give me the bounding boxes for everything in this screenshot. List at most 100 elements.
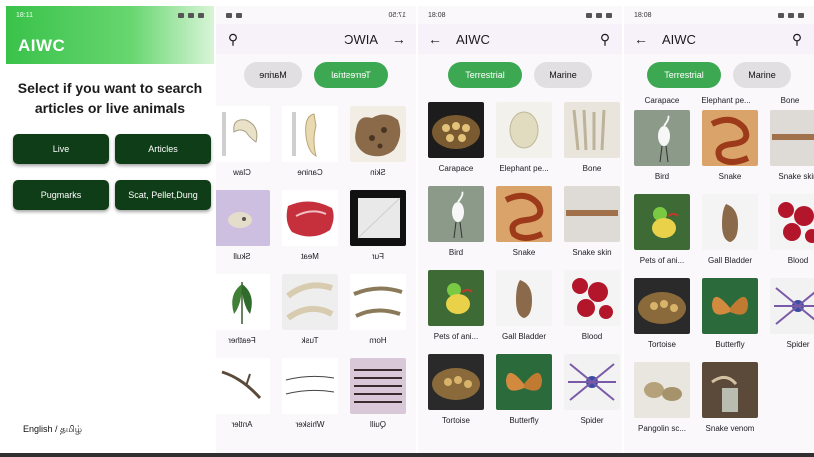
status-icons [226, 12, 242, 18]
article-thumbnail [564, 186, 620, 242]
arrow-left-icon[interactable]: ← [392, 31, 406, 47]
article-thumbnail [350, 274, 406, 330]
article-thumbnail [428, 270, 484, 326]
article-thumbnail [350, 190, 406, 246]
article-tile[interactable]: Snake venom [698, 362, 762, 446]
article-tile[interactable]: Elephant pe... [492, 102, 556, 186]
article-thumbnail [282, 190, 338, 246]
article-tile[interactable]: Gall Bladder [492, 270, 556, 354]
article-caption: Butterfly [509, 416, 539, 425]
article-caption: Blood [581, 332, 603, 341]
article-thumbnail [702, 194, 758, 250]
article-tile[interactable]: Canine [278, 106, 342, 190]
category-tabs: Terrestrial Marine [624, 54, 814, 96]
article-caption: Antler [231, 420, 253, 429]
article-tile[interactable]: Butterfly [698, 278, 762, 362]
app-title: AIWC [456, 31, 490, 47]
article-tile[interactable]: Gall Bladder [698, 194, 762, 278]
article-tile[interactable]: Bone [560, 102, 622, 186]
article-tile[interactable]: Tusk [278, 274, 342, 358]
search-icon[interactable]: ⚲ [226, 31, 240, 48]
app-header: 18:11 AIWC [6, 6, 214, 64]
article-tile[interactable]: Blood [766, 194, 814, 278]
article-thumbnail [634, 362, 690, 418]
article-thumbnail [634, 278, 690, 334]
search-icon[interactable]: ⚲ [790, 31, 804, 48]
tab-terrestrial[interactable]: Terrestrial [647, 62, 721, 88]
article-tile[interactable]: Skin [346, 106, 410, 190]
article-tile[interactable]: Snake skin [766, 110, 814, 194]
article-tile[interactable]: Bird [630, 110, 694, 194]
language-toggle[interactable]: English / தமிழ் [23, 424, 82, 436]
article-thumbnail [216, 274, 270, 330]
article-thumbnail [770, 194, 814, 250]
article-thumbnail [216, 106, 270, 162]
article-tile[interactable]: Pangolin sc... [630, 362, 694, 446]
article-caption: Snake skin [572, 248, 612, 257]
article-caption: Claw [233, 168, 251, 177]
article-tile[interactable]: Meat [278, 190, 342, 274]
article-tile[interactable]: Snake skin [560, 186, 622, 270]
article-tile[interactable]: Claw [216, 106, 274, 190]
article-thumbnail [216, 190, 270, 246]
article-thumbnail [564, 102, 620, 158]
article-tile[interactable]: Spider [560, 354, 622, 438]
article-thumbnail [770, 278, 814, 334]
article-caption: Tortoise [441, 416, 470, 425]
tab-terrestrial[interactable]: Terrestrial [314, 62, 388, 88]
article-caption: Snake [718, 172, 742, 181]
article-tile[interactable]: Antler [216, 358, 274, 442]
article-tile[interactable]: Butterfly [492, 354, 556, 438]
article-thumbnail [282, 106, 338, 162]
tab-terrestrial[interactable]: Terrestrial [448, 62, 522, 88]
article-tile[interactable]: Fur [346, 190, 410, 274]
article-tile[interactable]: Tortoise [630, 278, 694, 362]
pugmarks-button[interactable]: Pugmarks [13, 180, 109, 210]
article-tile[interactable]: Horn [346, 274, 410, 358]
article-tile[interactable]: Tortoise [424, 354, 488, 438]
article-tile[interactable]: Snake [492, 186, 556, 270]
article-caption: Bird [654, 172, 670, 181]
tab-marine[interactable]: Marine [733, 62, 791, 88]
article-caption: Skull [233, 252, 251, 261]
live-button[interactable]: Live [13, 134, 109, 164]
articles-button[interactable]: Articles [115, 134, 211, 164]
article-tile[interactable]: Spider [766, 278, 814, 362]
status-icons [586, 12, 612, 18]
article-tile[interactable]: Blood [560, 270, 622, 354]
phone-articles-screen: 18:08 ← AIWC ⚲ Terrestrial Marine Carapa… [418, 6, 622, 453]
article-tile[interactable]: Pets of ani... [630, 194, 694, 278]
article-tile[interactable]: Pets of ani... [424, 270, 488, 354]
article-tile[interactable]: Feather [216, 274, 274, 358]
tab-marine[interactable]: Marine [244, 62, 302, 88]
arrow-left-icon[interactable]: ← [634, 31, 648, 47]
status-time: 18:11 [16, 11, 33, 19]
article-thumbnail [428, 186, 484, 242]
scat-pellet-dung-button[interactable]: Scat, Pellet,Dung [115, 180, 211, 210]
status-bar: 18:08 [418, 6, 622, 24]
arrow-left-icon[interactable]: ← [428, 31, 442, 47]
app-bar: ← AIWC ⚲ [624, 24, 814, 54]
app-title: AIWC [18, 36, 66, 55]
article-thumbnail [496, 102, 552, 158]
search-icon[interactable]: ⚲ [598, 31, 612, 48]
status-icons [178, 12, 204, 18]
article-tile[interactable]: Whisker [278, 358, 342, 442]
article-tile[interactable]: Bird [424, 186, 488, 270]
article-caption: Tusk [301, 336, 319, 345]
article-caption: Snake venom [705, 424, 755, 433]
article-caption: Fur [372, 252, 384, 261]
article-tile[interactable]: Skull [216, 190, 274, 274]
article-tile[interactable]: Quill [346, 358, 410, 442]
tab-marine[interactable]: Marine [534, 62, 592, 88]
article-caption: Gall Bladder [501, 332, 547, 341]
app-bar: ← AIWC ⚲ [216, 24, 416, 54]
article-tile[interactable]: Snake [698, 110, 762, 194]
status-bar: 17:50 [216, 6, 416, 24]
article-tile[interactable]: Carapace [424, 102, 488, 186]
article-thumbnail [282, 358, 338, 414]
article-caption: Bone [582, 164, 602, 173]
article-caption: Skin [370, 168, 386, 177]
article-thumbnail [770, 110, 814, 166]
article-thumbnail [496, 354, 552, 410]
